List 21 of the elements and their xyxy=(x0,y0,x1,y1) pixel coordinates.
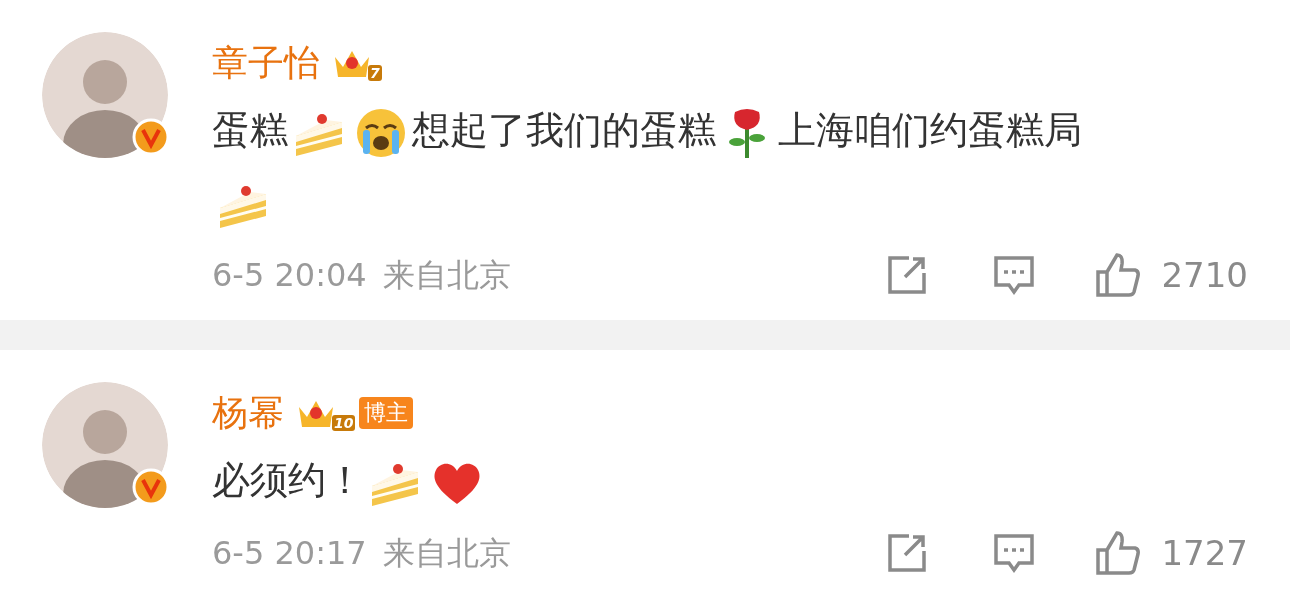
comment-text: 想起了我们的蛋糕 xyxy=(412,108,716,152)
author-name[interactable]: 章子怡 xyxy=(212,36,320,90)
share-icon[interactable] xyxy=(887,255,928,295)
comment-text: 蛋糕 xyxy=(212,108,288,152)
like-count: 1727 xyxy=(1161,531,1248,575)
thumbs-up-icon[interactable] xyxy=(1095,252,1142,298)
thumbs-up-icon[interactable] xyxy=(1095,530,1142,576)
comment-location: 来自北京 xyxy=(382,533,511,574)
comment-text: 必须约！ xyxy=(212,458,364,502)
crown-level: 10 xyxy=(332,415,356,431)
blogger-badge: 博主 xyxy=(359,397,414,429)
comment-time: 6-5 20:17 xyxy=(212,533,367,574)
like-count: 2710 xyxy=(1161,253,1248,297)
comment-icon[interactable] xyxy=(993,255,1036,295)
comment-time: 6-5 20:04 xyxy=(212,255,367,296)
share-icon[interactable] xyxy=(887,533,928,573)
comment-location: 来自北京 xyxy=(382,255,511,296)
comment-text: 上海咱们约蛋糕局 xyxy=(778,108,1082,152)
crown-level: 7 xyxy=(368,65,382,81)
comment-icon[interactable] xyxy=(993,533,1036,573)
author-name[interactable]: 杨幂 xyxy=(212,386,284,440)
